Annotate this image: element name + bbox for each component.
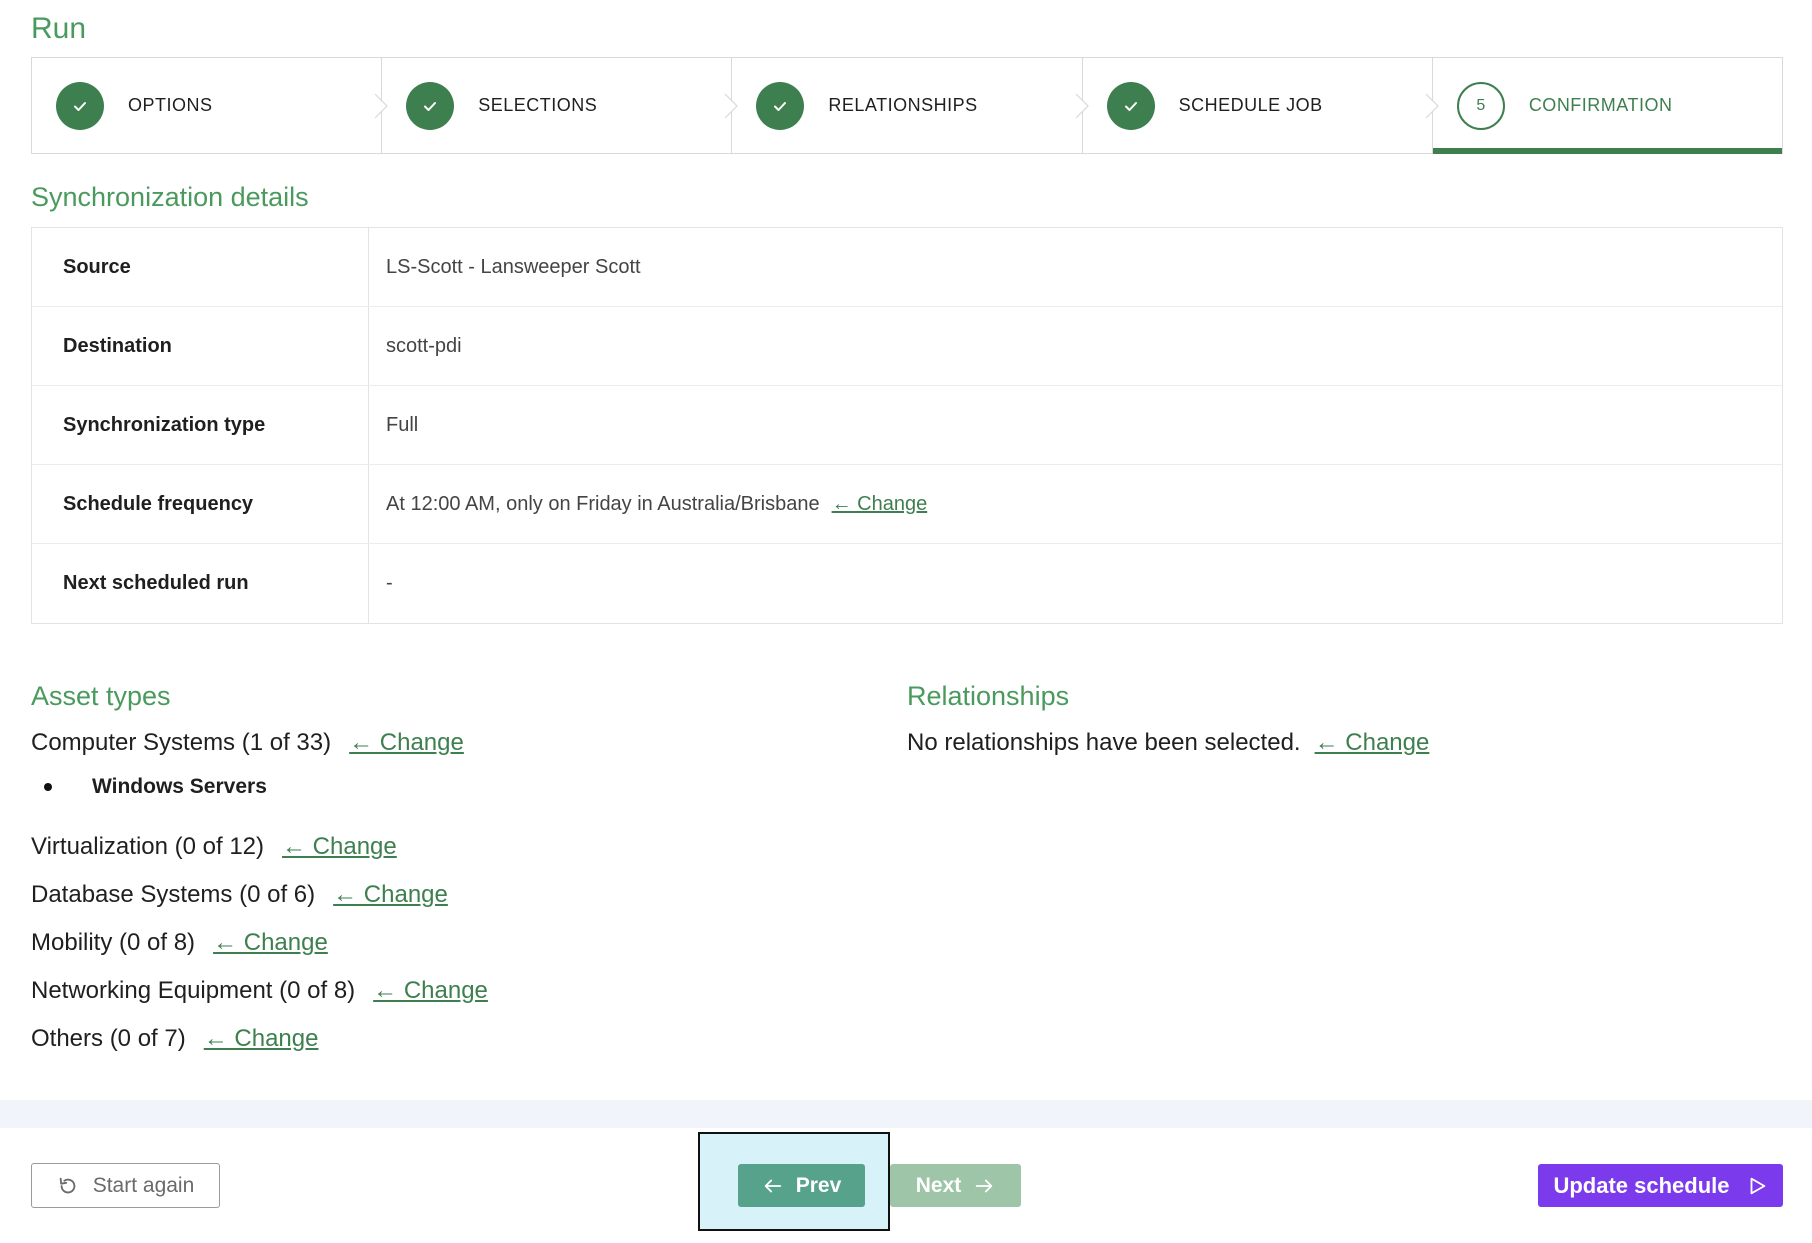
asset-type-label: Database Systems (0 of 6) bbox=[31, 881, 316, 908]
chevron-right-icon bbox=[1075, 94, 1089, 118]
sync-details-title: Synchronization details bbox=[31, 182, 309, 212]
row-label: Source bbox=[32, 228, 369, 306]
step-label: SELECTIONS bbox=[478, 95, 598, 115]
step-schedule-job[interactable]: SCHEDULE JOB bbox=[1083, 58, 1439, 153]
row-value: LS-Scott - Lansweeper Scott bbox=[369, 228, 1782, 306]
step-label: OPTIONS bbox=[128, 95, 213, 115]
start-again-label: Start again bbox=[92, 1173, 195, 1197]
step-label: CONFIRMATION bbox=[1528, 95, 1673, 115]
check-icon bbox=[406, 81, 455, 130]
asset-type-label: Mobility (0 of 8) bbox=[31, 929, 196, 956]
table-row: Source LS-Scott - Lansweeper Scott bbox=[32, 228, 1782, 307]
step-relationships[interactable]: RELATIONSHIPS bbox=[732, 58, 1089, 153]
next-run-value: - bbox=[386, 572, 393, 594]
table-row: Synchronization type Full bbox=[32, 386, 1782, 465]
row-label: Synchronization type bbox=[32, 386, 369, 464]
row-label: Destination bbox=[32, 307, 369, 385]
list-item: Mobility (0 of 8) ← Change bbox=[31, 929, 328, 957]
table-row: Schedule frequency At 12:00 AM, only on … bbox=[32, 465, 1782, 544]
step-options[interactable]: OPTIONS bbox=[32, 58, 389, 153]
sync-details-table: Source LS-Scott - Lansweeper Scott Desti… bbox=[31, 227, 1783, 624]
next-label: Next bbox=[915, 1173, 962, 1197]
list-item: Networking Equipment (0 of 8) ← Change bbox=[31, 977, 488, 1005]
update-schedule-label: Update schedule bbox=[1553, 1172, 1730, 1198]
arrow-left-icon bbox=[764, 1179, 781, 1192]
row-label: Next scheduled run bbox=[32, 544, 369, 623]
arrow-right-icon bbox=[976, 1179, 993, 1192]
row-value: - bbox=[369, 544, 1782, 623]
relationships-title: Relationships bbox=[907, 681, 1070, 711]
bullet-icon bbox=[44, 783, 52, 791]
asset-type-label: Networking Equipment (0 of 8) bbox=[31, 977, 356, 1004]
row-value: scott-pdi bbox=[369, 307, 1782, 385]
selected-asset-item: Windows Servers bbox=[44, 775, 267, 799]
asset-type-label: Others (0 of 7) bbox=[31, 1025, 186, 1052]
wizard-stepper: OPTIONS SELECTIONS RELATIONSHIPS SCHEDUL… bbox=[31, 57, 1783, 154]
list-item: Database Systems (0 of 6) ← Change bbox=[31, 881, 448, 909]
check-icon bbox=[756, 81, 805, 130]
relationships-text: No relationships have been selected. bbox=[907, 729, 1301, 756]
row-label: Schedule frequency bbox=[32, 465, 369, 543]
step-label: RELATIONSHIPS bbox=[828, 95, 978, 115]
list-item: Computer Systems (1 of 33) ← Change bbox=[31, 729, 464, 757]
step-confirmation[interactable]: 5 CONFIRMATION bbox=[1432, 58, 1783, 154]
check-icon bbox=[56, 81, 104, 130]
table-row: Next scheduled run - bbox=[32, 544, 1782, 623]
change-virtualization-link[interactable]: ← Change bbox=[282, 833, 397, 860]
list-item: Virtualization (0 of 12) ← Change bbox=[31, 833, 397, 861]
footer-divider bbox=[0, 1100, 1812, 1128]
start-again-button[interactable]: Start again bbox=[31, 1163, 220, 1208]
step-label: SCHEDULE JOB bbox=[1178, 95, 1323, 115]
chevron-right-icon bbox=[1425, 94, 1439, 118]
source-value: LS-Scott - Lansweeper Scott bbox=[386, 255, 641, 278]
update-schedule-button[interactable]: Update schedule bbox=[1538, 1164, 1783, 1207]
step-number: 5 bbox=[1456, 81, 1505, 130]
change-networking-link[interactable]: ← Change bbox=[373, 977, 488, 1004]
change-mobility-link[interactable]: ← Change bbox=[213, 929, 328, 956]
list-item: Others (0 of 7) ← Change bbox=[31, 1025, 318, 1053]
asset-type-label: Computer Systems (1 of 33) bbox=[31, 729, 332, 756]
row-value: At 12:00 AM, only on Friday in Australia… bbox=[369, 465, 1782, 543]
row-value: Full bbox=[369, 386, 1782, 464]
schedule-frequency-value: At 12:00 AM, only on Friday in Australia… bbox=[386, 492, 820, 515]
sync-type-value: Full bbox=[386, 413, 419, 436]
selected-asset-label: Windows Servers bbox=[92, 775, 267, 798]
chevron-right-icon bbox=[724, 94, 739, 118]
check-icon bbox=[1106, 81, 1155, 130]
table-row: Destination scott-pdi bbox=[32, 307, 1782, 386]
change-others-link[interactable]: ← Change bbox=[204, 1025, 319, 1052]
play-icon bbox=[1750, 1177, 1765, 1194]
next-button[interactable]: Next bbox=[890, 1164, 1021, 1207]
step-selections[interactable]: SELECTIONS bbox=[382, 58, 739, 153]
destination-value: scott-pdi bbox=[386, 334, 462, 357]
change-schedule-link[interactable]: ← Change bbox=[832, 493, 928, 516]
prev-label: Prev bbox=[795, 1173, 842, 1197]
prev-button[interactable]: Prev bbox=[738, 1164, 865, 1207]
asset-types-title: Asset types bbox=[31, 681, 171, 711]
asset-type-label: Virtualization (0 of 12) bbox=[31, 833, 265, 860]
restart-icon bbox=[59, 1177, 76, 1193]
change-computer-systems-link[interactable]: ← Change bbox=[349, 729, 464, 756]
change-database-systems-link[interactable]: ← Change bbox=[333, 881, 448, 908]
chevron-right-icon bbox=[374, 94, 389, 118]
page-title: Run bbox=[31, 12, 87, 45]
change-relationships-link[interactable]: ← Change bbox=[1315, 729, 1430, 756]
relationships-summary: No relationships have been selected. ← Ch… bbox=[907, 729, 1429, 757]
